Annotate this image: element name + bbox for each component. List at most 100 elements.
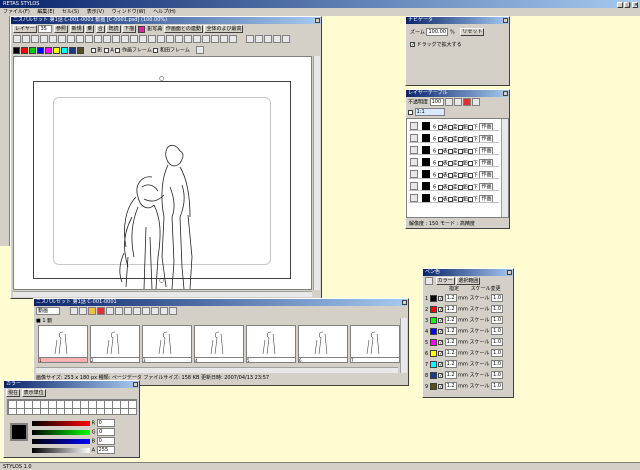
- rect-icon[interactable]: [121, 35, 129, 43]
- layer-tag[interactable]: 作画: [479, 123, 494, 130]
- red-icon[interactable]: [463, 98, 472, 106]
- close-icon[interactable]: [503, 91, 508, 96]
- shadow-checkbox[interactable]: [90, 47, 96, 53]
- layer-row[interactable]: 6 表変鉛下 作画: [409, 121, 499, 131]
- layer-tag[interactable]: 作画: [479, 171, 494, 178]
- prev-frame-icon[interactable]: [254, 35, 263, 43]
- eye-icon[interactable]: [410, 194, 418, 202]
- slider-g[interactable]: G 0: [32, 428, 138, 437]
- close-icon[interactable]: [402, 300, 407, 305]
- pen-row[interactable]: 2 ✓ 1.2 mm スケール 1.0: [425, 305, 513, 316]
- menu-help[interactable]: ヘルプ(H): [153, 9, 176, 15]
- color-black-swatch[interactable]: [13, 46, 20, 54]
- pen-row[interactable]: 5 ✓ 1.2 mm スケール 1.0: [425, 338, 513, 349]
- brush-icon[interactable]: [85, 35, 93, 43]
- duplicate-icon[interactable]: [114, 307, 123, 315]
- undo-icon[interactable]: [184, 35, 192, 43]
- layer-tag[interactable]: 作画: [479, 135, 494, 142]
- new-button[interactable]: 新規: [69, 25, 84, 33]
- read-button[interactable]: 既読: [106, 25, 121, 33]
- pen-swatch[interactable]: [430, 316, 437, 324]
- pen-row[interactable]: 9 ✓ 1.2 mm スケール 1.0: [425, 382, 513, 393]
- copy-cel-icon[interactable]: [78, 307, 87, 315]
- pen-icon[interactable]: [425, 277, 433, 285]
- eye-icon[interactable]: [410, 158, 418, 166]
- layer-row[interactable]: 6 表変鉛下 作画: [409, 193, 499, 203]
- layer-row[interactable]: 6 表変鉛下 作画: [409, 181, 499, 191]
- zoom-icon[interactable]: [40, 35, 48, 43]
- tab-current[interactable]: 現在: [6, 389, 21, 397]
- eye-icon[interactable]: [410, 146, 418, 154]
- eye-icon[interactable]: [410, 170, 418, 178]
- select-icon[interactable]: [49, 35, 57, 43]
- curve-icon[interactable]: [112, 35, 120, 43]
- fill-icon[interactable]: [94, 35, 102, 43]
- next-frame-icon[interactable]: [272, 35, 281, 43]
- layer-tag[interactable]: 作画: [479, 159, 494, 166]
- move-icon[interactable]: [67, 35, 75, 43]
- pen-swatch[interactable]: [430, 371, 437, 379]
- color-cyan-swatch[interactable]: [61, 46, 68, 54]
- lock-checkbox[interactable]: [408, 109, 413, 115]
- b-gradient[interactable]: [32, 438, 90, 444]
- pen-swatch[interactable]: [430, 349, 437, 357]
- grid-icon[interactable]: [229, 35, 237, 43]
- text-icon[interactable]: [139, 35, 147, 43]
- save-icon[interactable]: [132, 307, 141, 315]
- play-icon[interactable]: [263, 35, 272, 43]
- r-gradient[interactable]: [32, 420, 90, 426]
- draft-button[interactable]: 下描: [122, 25, 137, 33]
- overall-button[interactable]: 全体のよび最高: [204, 25, 244, 33]
- pen-swatch[interactable]: [430, 305, 437, 313]
- layer-row[interactable]: 6 表変鉛下 作画: [409, 145, 499, 155]
- pen-row[interactable]: 6 ✓ 1.2 mm スケール 1.0: [425, 349, 513, 360]
- color-navy-swatch[interactable]: [69, 46, 76, 54]
- a-checkbox[interactable]: [103, 47, 109, 53]
- zoom-field[interactable]: 100.00: [426, 28, 449, 36]
- canvas-area[interactable]: ○ ○: [13, 56, 312, 290]
- close-icon[interactable]: [133, 382, 138, 387]
- timeline-mode-select[interactable]: 動画: [36, 307, 60, 315]
- paste-icon[interactable]: [175, 35, 183, 43]
- layer-tag[interactable]: 作画: [479, 195, 494, 202]
- frame-thumb[interactable]: 2: [90, 325, 140, 363]
- g-gradient[interactable]: [32, 429, 90, 435]
- reset-button[interactable]: リセット: [460, 28, 485, 36]
- onion-icon[interactable]: [211, 35, 219, 43]
- frame-thumb[interactable]: 5: [246, 325, 296, 363]
- bring-icon[interactable]: [454, 98, 463, 106]
- next-icon[interactable]: [159, 307, 168, 315]
- frame-thumb[interactable]: 7: [350, 325, 400, 363]
- minimize-button[interactable]: _: [616, 1, 623, 8]
- slider-a[interactable]: A 255: [32, 446, 138, 455]
- wada-frame-checkbox[interactable]: [153, 47, 159, 53]
- layer-row[interactable]: 6 表変鉛下 作画: [409, 157, 499, 167]
- maximize-button[interactable]: □: [624, 1, 631, 8]
- close-icon[interactable]: [507, 270, 512, 275]
- layer-button[interactable]: レイヤー: [13, 25, 37, 33]
- settings-icon[interactable]: [168, 307, 177, 315]
- layer-row[interactable]: 6 表変鉛下 作画: [409, 169, 499, 179]
- color-yellow-swatch[interactable]: [53, 46, 60, 54]
- link-button[interactable]: 作画面との連動: [163, 25, 203, 33]
- menu-edit[interactable]: 編集(E): [37, 9, 54, 15]
- multiply-button[interactable]: 乗: [85, 25, 95, 33]
- color-olive-swatch[interactable]: [77, 46, 84, 54]
- layer-number-field[interactable]: 35: [38, 25, 53, 33]
- color-red-swatch[interactable]: [21, 46, 28, 54]
- pen-swatch[interactable]: [430, 360, 437, 368]
- light-table-icon[interactable]: [202, 35, 210, 43]
- pen-swatch[interactable]: [430, 382, 437, 390]
- frame-thumb[interactable]: 6: [298, 325, 348, 363]
- refresh-icon[interactable]: [472, 98, 481, 106]
- layer-scrollbar[interactable]: [501, 119, 508, 217]
- reference-button[interactable]: 参照: [54, 25, 69, 33]
- pen-swatch[interactable]: [430, 338, 437, 346]
- pen-row[interactable]: 7 ✓ 1.2 mm スケール 1.0: [425, 360, 513, 371]
- frame-thumb[interactable]: 1: [38, 325, 88, 363]
- eye-icon[interactable]: [410, 122, 418, 130]
- layer-tag[interactable]: 作画: [479, 183, 494, 190]
- menu-file[interactable]: ファイル(F): [3, 9, 30, 15]
- current-color-swatch[interactable]: [10, 423, 28, 441]
- record-icon[interactable]: [105, 307, 114, 315]
